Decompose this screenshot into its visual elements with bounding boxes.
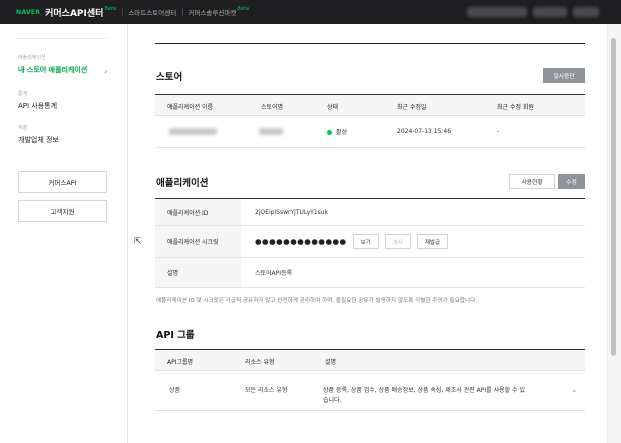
table-row[interactable]: 상품 모든 리소스 유형 상품 등록, 상품 검수, 상품 배송정보, 상품 속…: [155, 371, 585, 411]
modified-date: 2024-07-13 15:46: [397, 128, 452, 135]
store-table-header: 애플리케이션 이름 스토어명 상태 최근 수정일 최근 수정 회원: [155, 94, 585, 116]
column-header: 설명: [325, 359, 337, 366]
sidebar-caption: 애플리케이션: [18, 55, 46, 61]
chevron-down-icon[interactable]: ⌄: [571, 385, 578, 394]
masked-secret: ●●●●●●●●●●●●●: [255, 237, 347, 246]
sidebar-caption: 통계: [18, 91, 28, 97]
blurred-user-info[interactable]: [467, 7, 527, 17]
column-header: 최근 수정 회원: [497, 104, 534, 111]
api-group-section-title: API 그룹: [156, 330, 195, 341]
sidebar-group-application: 애플리케이션 내 스토어 애플리케이션 ›: [18, 54, 107, 76]
sidebar-item-my-store-applications[interactable]: 내 스토어 애플리케이션: [18, 65, 87, 75]
sidebar-item-api-usage-stats[interactable]: API 사용통계: [18, 101, 57, 111]
column-header: 최근 수정일: [397, 104, 427, 111]
commerce-solution-market-link[interactable]: 커머스솔루션마켓: [189, 7, 237, 17]
blurred-app-name: [169, 128, 217, 137]
view-secret-button[interactable]: 보기: [352, 234, 379, 249]
copy-secret-button[interactable]: 복사: [384, 234, 411, 249]
scrollbar-thumb[interactable]: [611, 38, 616, 356]
column-header: 상태: [327, 104, 339, 111]
blurred-user-menu[interactable]: [533, 7, 567, 17]
blurred-store-name: [259, 128, 283, 137]
api-group-resource: 모든 리소스 유형: [245, 387, 288, 394]
user-area-blurred: [467, 7, 599, 17]
reissue-secret-button[interactable]: 재발급: [416, 234, 449, 249]
separator: |: [181, 8, 184, 16]
separator: |: [120, 8, 124, 16]
customer-support-button[interactable]: 고객지원: [18, 200, 107, 222]
app-id-row: 애플리케이션 ID 2jOEipiSswrYjTULyY1suk: [155, 198, 585, 226]
api-group-description: 상품 등록, 상품 검수, 상품 배송정보, 상품 속성, 제조사 관련 API…: [323, 387, 525, 394]
sidebar-group-stats: 통계 API 사용통계: [18, 90, 57, 111]
status-badge: 활성: [327, 127, 347, 136]
top-navigation-bar: NAVER 커머스API센터 Beta | 스마트스토어센터 | 커머스솔루션마…: [0, 0, 621, 24]
store-section-title: 스토어: [156, 72, 183, 83]
sidebar-divider: [18, 38, 107, 39]
beta-badge: Beta: [104, 6, 116, 12]
usage-history-button[interactable]: 사용현황: [509, 174, 555, 189]
main-content: 스토어 일시중단 애플리케이션 이름 스토어명 상태 최근 수정일 최근 수정 …: [129, 24, 607, 443]
api-group-description-cont: 습니다.: [323, 397, 342, 404]
app-secret-row: 애플리케이션 시크릿 ●●●●●●●●●●●●● 보기 복사 재발급: [155, 226, 585, 258]
application-section-title: 애플리케이션: [156, 178, 209, 189]
app-description-label: 설명: [155, 258, 241, 287]
chevron-right-icon: ›: [104, 67, 108, 76]
status-dot-icon: [327, 130, 332, 135]
beta-badge: Beta: [237, 6, 249, 12]
sidebar-item-developer-info[interactable]: 개발업체 정보: [18, 135, 59, 145]
column-header: 리소스 유형: [245, 359, 275, 366]
app-secret-label: 애플리케이션 시크릿: [155, 226, 241, 257]
app-id-label: 애플리케이션 ID: [155, 199, 241, 225]
modified-by: -: [497, 128, 500, 135]
edit-button[interactable]: 수정: [558, 174, 585, 189]
sidebar: 애플리케이션 내 스토어 애플리케이션 › 통계 API 사용통계 계정 개발업…: [0, 24, 128, 443]
smartstore-center-link[interactable]: 스마트스토어센터: [128, 7, 176, 17]
mouse-cursor-icon: ⇱: [134, 237, 142, 247]
brand-title[interactable]: 커머스API센터: [45, 6, 103, 19]
security-notice: 애플리케이션 ID 및 시크릿은 가급적 공유하지 않고 안전하게 관리하여 하…: [156, 298, 478, 304]
column-header: API그룹명: [167, 359, 194, 366]
app-id-value: 2jOEipiSswrYjTULyY1suk: [255, 208, 329, 216]
vertical-scrollbar[interactable]: [607, 24, 621, 443]
section-divider: [155, 43, 585, 44]
app-description-row: 설명 스토어API등록: [155, 258, 585, 288]
column-header: 스토어명: [261, 104, 284, 111]
suspend-button[interactable]: 일시중단: [543, 68, 585, 83]
api-group-table-header: API그룹명 리소스 유형 설명: [155, 349, 585, 371]
api-group-name: 상품: [169, 387, 181, 394]
column-header: 애플리케이션 이름: [167, 104, 214, 111]
table-row: 활성 2024-07-13 15:46 -: [155, 116, 585, 148]
sidebar-caption: 계정: [18, 125, 28, 131]
commerce-api-button[interactable]: 커머스API: [18, 171, 107, 193]
sidebar-group-account: 계정 개발업체 정보: [18, 124, 59, 145]
app-secret-value: ●●●●●●●●●●●●● 보기 복사 재발급: [255, 226, 449, 257]
app-description-value: 스토어API등록: [255, 270, 293, 277]
blurred-logout[interactable]: [573, 7, 599, 17]
naver-logo[interactable]: NAVER: [16, 9, 40, 16]
